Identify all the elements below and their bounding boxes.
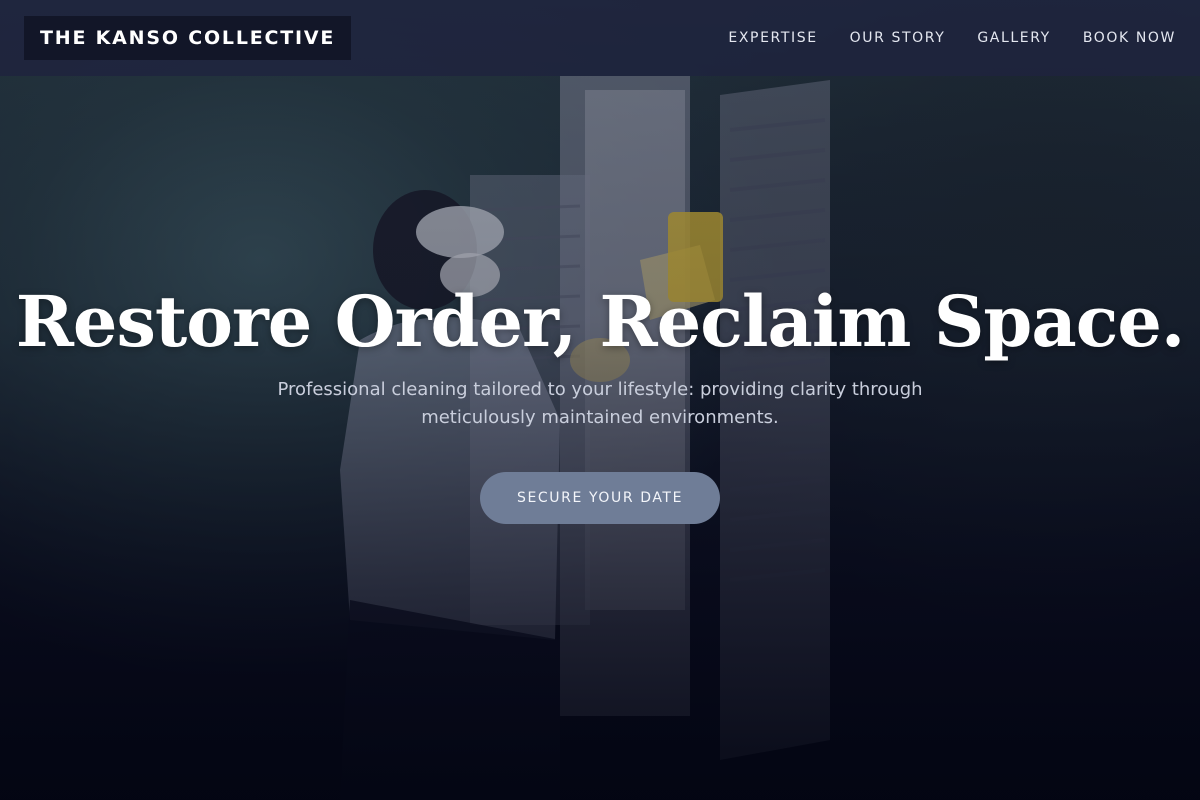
secure-your-date-button[interactable]: SECURE YOUR DATE — [480, 472, 720, 524]
nav-link-gallery[interactable]: GALLERY — [977, 30, 1050, 46]
nav-link-book-now[interactable]: BOOK NOW — [1083, 30, 1176, 46]
hero-headline: Restore Order, Reclaim Space. — [15, 280, 1186, 363]
main-nav: EXPERTISE OUR STORY GALLERY BOOK NOW — [728, 30, 1176, 46]
hero-content: Restore Order, Reclaim Space. Profession… — [0, 280, 1200, 524]
nav-link-our-story[interactable]: OUR STORY — [850, 30, 946, 46]
hero-subtext: Professional cleaning tailored to your l… — [277, 379, 923, 428]
nav-link-expertise[interactable]: EXPERTISE — [728, 30, 817, 46]
brand-logo[interactable]: THE KANSO COLLECTIVE — [24, 16, 352, 60]
site-header: THE KANSO COLLECTIVE EXPERTISE OUR STORY… — [0, 0, 1200, 76]
